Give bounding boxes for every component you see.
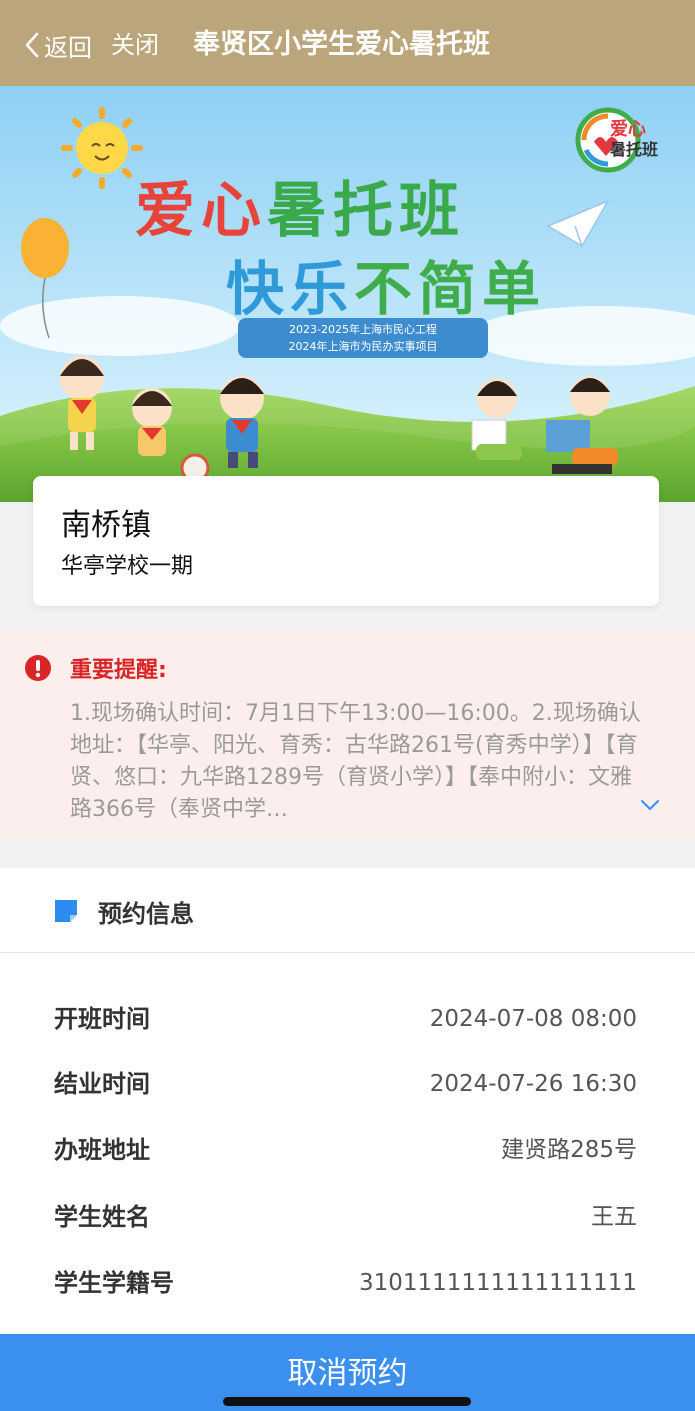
row-label: 结业时间 <box>54 1070 150 1098</box>
important-reminder: 重要提醒: 1.现场确认时间：7月1日下午13:00—16:00。2.现场确认地… <box>0 632 695 838</box>
row-value: 建贤路285号 <box>501 1137 637 1163</box>
close-button[interactable]: 关闭 <box>111 28 159 62</box>
top-nav-bar: 返回 关闭 奉贤区小学生爱心暑托班 <box>0 0 695 86</box>
location-card: 南桥镇 华亭学校一期 <box>33 476 659 606</box>
subline-part2: 不简单 <box>354 255 547 323</box>
reminder-body: 1.现场确认时间：7月1日下午13:00—16:00。2.现场确认地址：【华亭、… <box>70 701 641 822</box>
row-label: 学生学籍号 <box>54 1269 174 1297</box>
chevron-left-icon <box>25 32 39 58</box>
reminder-title: 重要提醒: <box>70 658 167 683</box>
row-value: 王五 <box>591 1204 637 1230</box>
hero-banner: 爱心暑托班 快乐不简单 2023-2025年上海市民心工程 2024年上海市为民… <box>0 86 695 502</box>
row-label: 学生姓名 <box>54 1203 150 1231</box>
headline-part2: 暑托班 <box>267 176 465 246</box>
booking-info-section: 预约信息 开班时间 2024-07-08 08:00 结业时间 2024-07-… <box>0 868 695 1411</box>
town-name: 南桥镇 <box>61 508 151 543</box>
page-title: 奉贤区小学生爱心暑托班 <box>193 29 490 60</box>
booking-info-header: 预约信息 <box>0 868 695 953</box>
row-value: 2024-07-08 08:00 <box>429 1006 637 1032</box>
info-row-end-time: 结业时间 2024-07-26 16:30 <box>0 1064 695 1104</box>
banner-headline: 爱心暑托班 <box>135 162 465 249</box>
home-indicator <box>223 1397 471 1406</box>
row-value: 3101111111111111111 <box>358 1270 637 1296</box>
row-value: 2024-07-26 16:30 <box>429 1071 637 1097</box>
ribbon-line2: 2024年上海市为民办实事项目 <box>288 340 438 353</box>
back-button[interactable]: 返回 <box>22 28 92 62</box>
chevron-down-icon[interactable] <box>640 798 660 812</box>
subline-part1: 快乐 <box>226 255 355 323</box>
logo-line2: 暑托班 <box>610 140 659 159</box>
note-icon <box>55 900 77 922</box>
row-label: 开班时间 <box>54 1005 150 1033</box>
logo-text: 爱心 暑托班 <box>610 120 658 160</box>
info-row-student-id: 学生学籍号 3101111111111111111 <box>0 1263 695 1303</box>
row-label: 办班地址 <box>54 1136 150 1164</box>
info-row-address: 办班地址 建贤路285号 <box>0 1130 695 1170</box>
headline-part1: 爱心 <box>135 176 267 246</box>
school-name: 华亭学校一期 <box>61 554 194 579</box>
logo-line1: 爱心 <box>610 119 646 140</box>
info-row-student-name: 学生姓名 王五 <box>0 1197 695 1237</box>
back-label: 返回 <box>44 33 92 62</box>
banner-subline: 快乐不简单 <box>226 242 546 326</box>
booking-info-title: 预约信息 <box>98 900 194 928</box>
alert-circle-icon <box>25 655 51 681</box>
info-row-start-time: 开班时间 2024-07-08 08:00 <box>0 999 695 1039</box>
banner-ribbon: 2023-2025年上海市民心工程 2024年上海市为民办实事项目 <box>238 318 488 358</box>
ribbon-line1: 2023-2025年上海市民心工程 <box>289 323 437 336</box>
